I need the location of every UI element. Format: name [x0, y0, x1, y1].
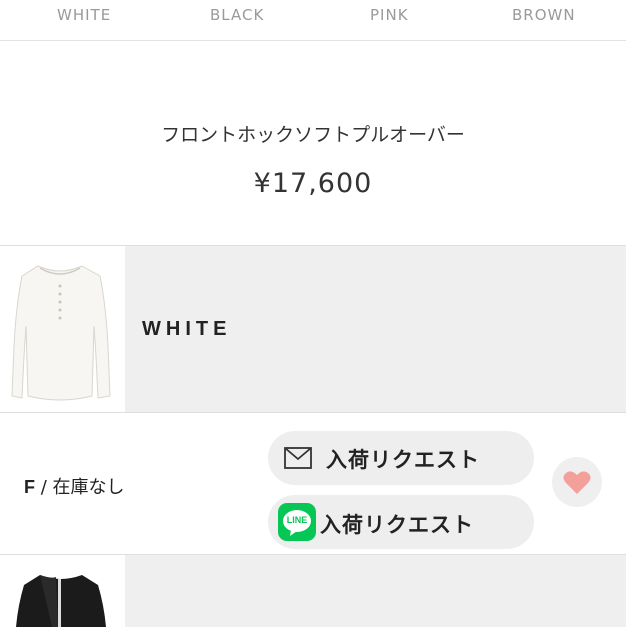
- product-header: フロントホックソフトプルオーバー ¥17,600: [0, 40, 626, 245]
- line-icon: LINE: [278, 503, 316, 541]
- mail-request-label: 入荷リクエスト: [326, 448, 480, 472]
- tab-pink[interactable]: PINK: [370, 6, 409, 24]
- product-price: ¥17,600: [253, 168, 373, 199]
- variant-color-label: WHITE: [142, 318, 232, 340]
- stock-status: 在庫なし: [52, 477, 125, 498]
- tab-white[interactable]: WHITE: [57, 6, 111, 24]
- color-tabs: WHITE BLACK PINK BROWN: [0, 0, 626, 41]
- variant-row-black[interactable]: [0, 554, 626, 627]
- line-request-label: 入荷リクエスト: [320, 513, 474, 537]
- line-restock-request-button[interactable]: LINE 入荷リクエスト: [268, 495, 534, 549]
- size-value: F: [24, 477, 35, 497]
- product-name: フロントホックソフトプルオーバー: [161, 124, 465, 146]
- variant-info-panel: [125, 555, 626, 627]
- size-separator: /: [35, 477, 53, 498]
- mail-restock-request-button[interactable]: 入荷リクエスト: [268, 431, 534, 485]
- heart-icon: [563, 470, 591, 499]
- favorite-button[interactable]: [552, 457, 602, 507]
- size-stock-label: F / 在庫なし: [24, 473, 125, 499]
- stock-row: F / 在庫なし 入荷リクエスト LINE 入荷リクエスト: [0, 412, 626, 555]
- tab-black[interactable]: BLACK: [210, 6, 264, 24]
- product-thumbnail-black: [0, 555, 124, 627]
- variant-row-white[interactable]: WHITE: [0, 245, 626, 413]
- mail-icon: [284, 447, 312, 473]
- product-thumbnail-white: [0, 246, 124, 413]
- line-icon-text: LINE: [286, 515, 308, 525]
- tab-brown[interactable]: BROWN: [512, 6, 576, 24]
